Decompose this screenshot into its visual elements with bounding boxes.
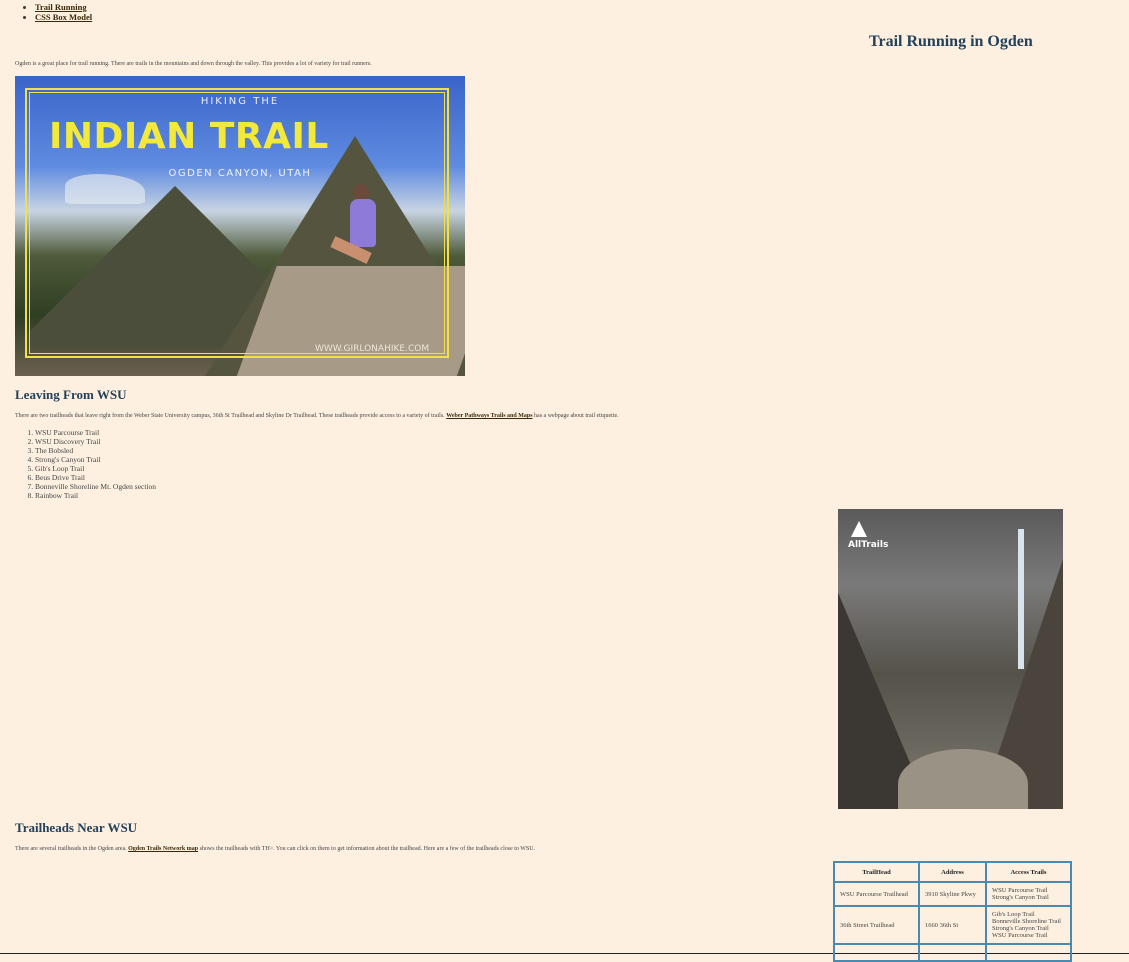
- list-item: WSU Parcourse Trail: [35, 428, 156, 437]
- nav-link-css-box-model[interactable]: CSS Box Model: [35, 12, 92, 22]
- trailheads-table: TrailHead Address Access Trails WSU Parc…: [833, 861, 1072, 962]
- trailheads-text-before: There are several trailheads in the Ogde…: [15, 846, 129, 852]
- table-cell: WSU Parcourse Trailhead: [833, 881, 920, 907]
- table-header-row: TrailHead Address Access Trails: [833, 861, 1072, 883]
- trailheads-text: There are several trailheads in the Ogde…: [15, 846, 535, 852]
- nav-list: Trail Running CSS Box Model: [0, 2, 92, 23]
- table-header: Address: [918, 861, 987, 883]
- ogden-trails-network-link[interactable]: Ogden Trails Network map: [128, 846, 198, 852]
- table-row: 36th Street Trailhead 1660 36th St Gib's…: [833, 905, 1072, 945]
- nav-link-trail-running[interactable]: Trail Running: [35, 2, 87, 12]
- table-cell: 3910 Skyline Pkwy: [918, 881, 987, 907]
- access-trail: Strong's Canyon Trail: [992, 894, 1049, 901]
- page-title: Trail Running in Ogden: [869, 33, 1033, 50]
- access-trail: WSU Parcourse Trail: [992, 932, 1048, 939]
- leaving-heading: Leaving From WSU: [15, 387, 127, 402]
- alltrails-logo: AllTrails: [848, 521, 888, 550]
- access-trail: Gib's Loop Trail: [992, 911, 1035, 918]
- table-header: Access Trails: [985, 861, 1072, 883]
- list-item: Gib's Loop Trail: [35, 464, 156, 473]
- table-cell: [833, 943, 920, 962]
- image-watermark: WWW.GIRLONAHIKE.COM: [315, 344, 430, 354]
- list-item: Rainbow Trail: [35, 491, 156, 500]
- table-cell: [985, 943, 1072, 962]
- alltrails-logo-text: AllTrails: [848, 540, 889, 550]
- table-header: TrailHead: [833, 861, 920, 883]
- table-cell: Gib's Loop Trail Bonneville Shoreline Tr…: [985, 905, 1072, 945]
- trail-list: WSU Parcourse Trail WSU Discovery Trail …: [15, 428, 156, 500]
- access-trail: Strong's Canyon Trail: [992, 925, 1049, 932]
- list-item: Bonneville Shoreline Mt. Ogden section: [35, 482, 156, 491]
- table-cell: WSU Parcourse Trail Strong's Canyon Trai…: [985, 881, 1072, 907]
- trailheads-heading: Trailheads Near WSU: [15, 820, 138, 835]
- access-trail: Bonneville Shoreline Trail: [992, 918, 1061, 925]
- trailheads-text-after: shows the trailheads with TH>. You can c…: [198, 846, 536, 852]
- indian-trail-image: HIKING THE INDIAN TRAIL OGDEN CANYON, UT…: [15, 76, 465, 376]
- list-item: The Bobsled: [35, 446, 156, 455]
- table-cell: 36th Street Trailhead: [833, 905, 920, 945]
- access-trail: WSU Parcourse Trail: [992, 887, 1048, 894]
- list-item: Beus Drive Trail: [35, 473, 156, 482]
- list-item: Strong's Canyon Trail: [35, 455, 156, 464]
- leaving-text-before: There are two trailheads that leave righ…: [15, 413, 447, 419]
- weber-pathways-link[interactable]: Weber Pathways Trails and Maps: [446, 413, 532, 419]
- table-cell: [918, 943, 987, 962]
- list-item: WSU Discovery Trail: [35, 437, 156, 446]
- image-caption-line1: HIKING THE: [200, 96, 280, 107]
- image-caption-line2: INDIAN TRAIL: [49, 116, 329, 157]
- image-caption-line3: OGDEN CANYON, UTAH: [168, 168, 312, 179]
- leaving-text-after: has a webpage about trail etiquette.: [532, 413, 619, 419]
- waterfall-image: AllTrails: [838, 509, 1063, 809]
- intro-text: Ogden is a great place for trail running…: [15, 61, 372, 67]
- nav-item: CSS Box Model: [35, 12, 92, 23]
- table-cell: 1660 36th St: [918, 905, 987, 945]
- table-row: WSU Parcourse Trailhead 3910 Skyline Pkw…: [833, 881, 1072, 907]
- leaving-text: There are two trailheads that leave righ…: [15, 413, 619, 419]
- table-row: [833, 943, 1072, 962]
